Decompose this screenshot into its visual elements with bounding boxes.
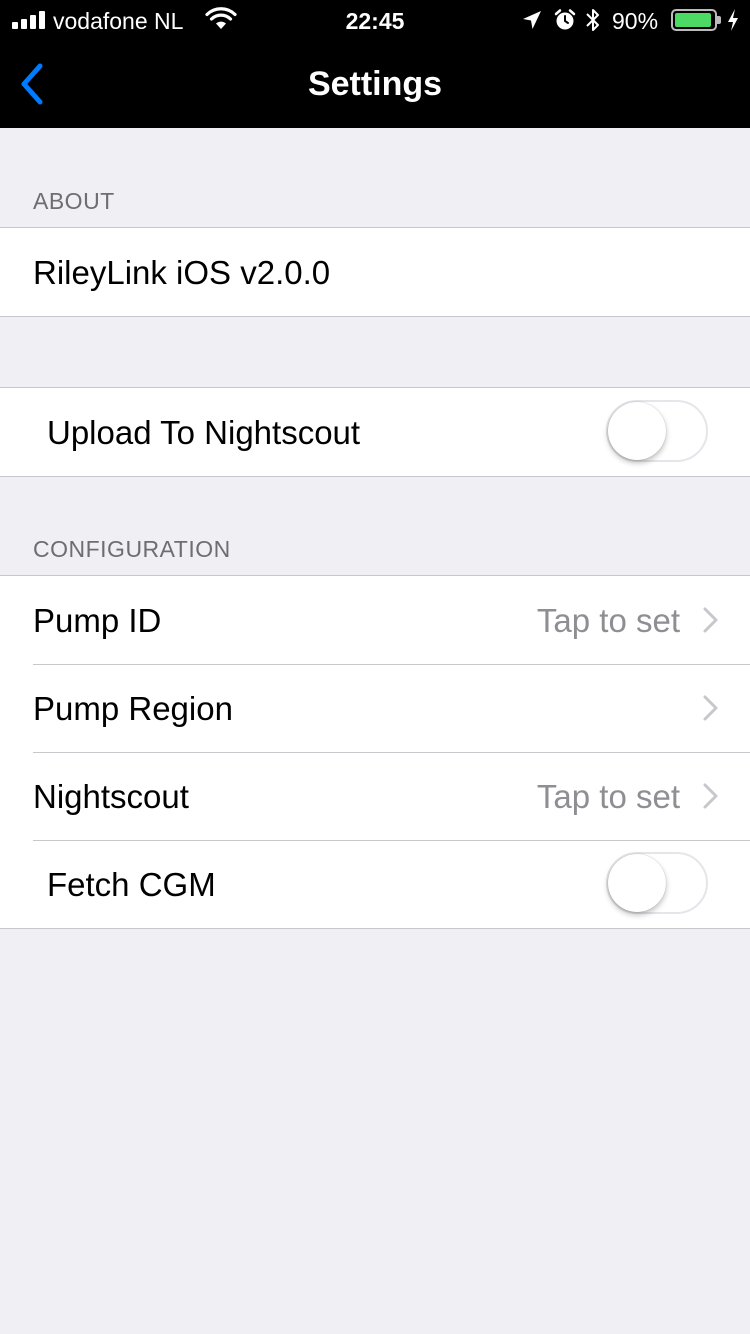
upload-nightscout-toggle[interactable] — [606, 400, 708, 462]
pump-region-label: Pump Region — [33, 690, 233, 727]
upload-group: Upload To Nightscout — [0, 387, 750, 477]
upload-nightscout-row: Upload To Nightscout — [0, 388, 750, 476]
version-row: RileyLink iOS v2.0.0 — [0, 228, 750, 316]
pump-id-value: Tap to set — [536, 602, 680, 639]
fetch-cgm-row: Fetch CGM — [0, 840, 750, 928]
navigation-bar: Settings — [0, 40, 750, 128]
fetch-cgm-toggle[interactable] — [606, 852, 708, 914]
version-label: RileyLink iOS v2.0.0 — [33, 254, 331, 291]
bluetooth-icon — [586, 9, 599, 31]
configuration-group: Pump ID Tap to set Pump Region Nightscou… — [0, 575, 750, 929]
upload-nightscout-label: Upload To Nightscout — [47, 414, 361, 451]
battery-percent: 90% — [612, 8, 659, 34]
settings-screen: vodafone NL 22:45 90% Settings ABOUT Ril… — [0, 0, 750, 1334]
nightscout-label: Nightscout — [33, 778, 189, 815]
pump-id-row[interactable]: Pump ID Tap to set — [0, 576, 750, 664]
section-header-about: ABOUT — [33, 188, 115, 214]
toggle-knob — [608, 854, 666, 912]
alarm-icon — [554, 9, 576, 30]
page-title: Settings — [307, 65, 443, 103]
pump-id-label: Pump ID — [33, 602, 162, 639]
about-group: RileyLink iOS v2.0.0 — [0, 227, 750, 317]
fetch-cgm-label: Fetch CGM — [47, 866, 216, 903]
status-bar: vodafone NL 22:45 90% — [0, 0, 750, 40]
nightscout-row[interactable]: Nightscout Tap to set — [0, 752, 750, 840]
nightscout-value: Tap to set — [536, 778, 680, 815]
chevron-right-icon — [703, 695, 718, 721]
toggle-knob — [608, 402, 666, 460]
battery-icon — [671, 9, 721, 31]
chevron-right-icon — [703, 607, 718, 633]
charging-icon — [728, 9, 738, 31]
chevron-right-icon — [703, 783, 718, 809]
section-header-configuration: CONFIGURATION — [33, 536, 231, 562]
location-arrow-icon — [523, 11, 541, 29]
pump-region-row[interactable]: Pump Region — [0, 664, 750, 752]
